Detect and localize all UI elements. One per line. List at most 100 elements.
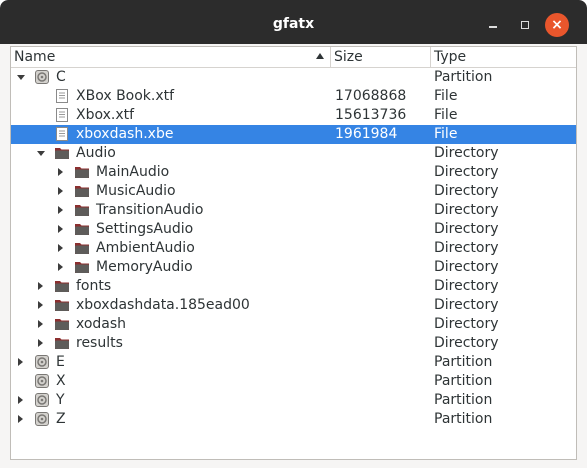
tree-row-name: X — [56, 373, 66, 389]
expander-closed-icon[interactable] — [38, 301, 43, 309]
tree-row[interactable]: MemoryAudio Directory — [11, 258, 576, 277]
tree-row[interactable]: xodash Directory — [11, 315, 576, 334]
expander-closed-icon[interactable] — [58, 206, 63, 214]
minimize-button[interactable] — [481, 13, 505, 37]
drive-icon — [35, 355, 49, 369]
tree-row[interactable]: XBox Book.xtf 17068868 File — [11, 87, 576, 106]
expander-closed-icon[interactable] — [58, 263, 63, 271]
tree-row-type: Directory — [434, 164, 499, 180]
file-icon — [56, 108, 68, 122]
expander-closed-icon[interactable] — [18, 415, 23, 423]
tree-row-type: Partition — [434, 373, 493, 389]
expander-closed-icon[interactable] — [38, 282, 43, 290]
folder-icon — [75, 243, 89, 254]
folder-icon — [55, 281, 69, 292]
tree-row[interactable]: X Partition — [11, 372, 576, 391]
tree-row-type: Directory — [434, 297, 499, 313]
file-tree-view[interactable]: Name Size Type C Partition XBox Book.xtf 17… — [10, 46, 577, 460]
column-header-size[interactable]: Size — [331, 47, 431, 67]
tree-row[interactable]: SettingsAudio Directory — [11, 220, 576, 239]
folder-icon — [55, 148, 69, 159]
tree-row-name: fonts — [76, 278, 112, 294]
tree-row-name: XBox Book.xtf — [76, 88, 175, 104]
column-header-type-label: Type — [434, 49, 467, 65]
tree-row-type: Directory — [434, 240, 499, 256]
folder-icon — [75, 224, 89, 235]
tree-row-type: Partition — [434, 392, 493, 408]
tree-row[interactable]: xboxdashdata.185ead00 Directory — [11, 296, 576, 315]
folder-icon — [55, 338, 69, 349]
tree-row-name: MusicAudio — [96, 183, 176, 199]
tree-row-type: Directory — [434, 221, 499, 237]
folder-icon — [55, 319, 69, 330]
tree-row[interactable]: fonts Directory — [11, 277, 576, 296]
tree-row[interactable]: TransitionAudio Directory — [11, 201, 576, 220]
tree-row[interactable]: Y Partition — [11, 391, 576, 410]
tree-row[interactable]: C Partition — [11, 68, 576, 87]
expander-closed-icon[interactable] — [58, 244, 63, 252]
tree-row-type: Directory — [434, 259, 499, 275]
tree-row-size: 15613736 — [335, 107, 407, 123]
tree-row-name: AmbientAudio — [96, 240, 195, 256]
tree-row-type: Partition — [434, 411, 493, 427]
tree-row-name: Z — [56, 411, 66, 427]
tree-row-size: 17068868 — [335, 88, 407, 104]
expander-closed-icon[interactable] — [18, 396, 23, 404]
close-button[interactable]: × — [545, 13, 569, 37]
folder-icon — [75, 186, 89, 197]
expander-closed-icon[interactable] — [58, 187, 63, 195]
drive-icon — [35, 393, 49, 407]
tree-row-type: Directory — [434, 145, 499, 161]
tree-row-type: File — [434, 126, 458, 142]
tree-row-name: xboxdash.xbe — [76, 126, 174, 142]
tree-row[interactable]: Audio Directory — [11, 144, 576, 163]
expander-open-icon[interactable] — [17, 75, 25, 80]
tree-row-type: File — [434, 107, 458, 123]
file-icon — [56, 127, 68, 141]
expander-closed-icon[interactable] — [18, 358, 23, 366]
column-header-name-label: Name — [14, 49, 56, 65]
tree-row-name: TransitionAudio — [96, 202, 204, 218]
folder-icon — [55, 300, 69, 311]
tree-row-size: 1961984 — [335, 126, 398, 142]
tree-row-type: Directory — [434, 202, 499, 218]
tree-row[interactable]: E Partition — [11, 353, 576, 372]
drive-icon — [35, 412, 49, 426]
maximize-button[interactable] — [513, 13, 537, 37]
tree-row-type: Directory — [434, 335, 499, 351]
tree-row-name: SettingsAudio — [96, 221, 194, 237]
tree-row[interactable]: Xbox.xtf 15613736 File — [11, 106, 576, 125]
tree-row-name: xodash — [76, 316, 127, 332]
folder-icon — [75, 167, 89, 178]
title-bar[interactable]: gfatx × — [0, 0, 587, 44]
close-icon: × — [551, 17, 563, 33]
maximize-icon — [521, 21, 529, 29]
tree-row-type: Directory — [434, 316, 499, 332]
drive-icon — [35, 374, 49, 388]
tree-row-type: Partition — [434, 69, 493, 85]
expander-closed-icon[interactable] — [38, 339, 43, 347]
expander-closed-icon[interactable] — [58, 168, 63, 176]
column-header-name[interactable]: Name — [11, 47, 331, 67]
tree-row-name: Xbox.xtf — [76, 107, 135, 123]
expander-closed-icon[interactable] — [38, 320, 43, 328]
minimize-icon — [489, 26, 497, 28]
expander-open-icon[interactable] — [37, 151, 45, 156]
tree-row-type: File — [434, 88, 458, 104]
column-header-size-label: Size — [334, 49, 363, 65]
tree-row[interactable]: AmbientAudio Directory — [11, 239, 576, 258]
tree-row[interactable]: results Directory — [11, 334, 576, 353]
tree-row[interactable]: MusicAudio Directory — [11, 182, 576, 201]
expander-closed-icon[interactable] — [58, 225, 63, 233]
column-header: Name Size Type — [11, 47, 576, 68]
folder-icon — [75, 205, 89, 216]
tree-row[interactable]: xboxdash.xbe 1961984 File — [11, 125, 576, 144]
tree-row-name: results — [76, 335, 123, 351]
tree-row-name: xboxdashdata.185ead00 — [76, 297, 250, 313]
column-header-type[interactable]: Type — [431, 47, 576, 67]
tree-row[interactable]: Z Partition — [11, 410, 576, 429]
tree-row[interactable]: MainAudio Directory — [11, 163, 576, 182]
folder-icon — [75, 262, 89, 273]
tree-row-name: E — [56, 354, 65, 370]
tree-row-name: Audio — [76, 145, 116, 161]
